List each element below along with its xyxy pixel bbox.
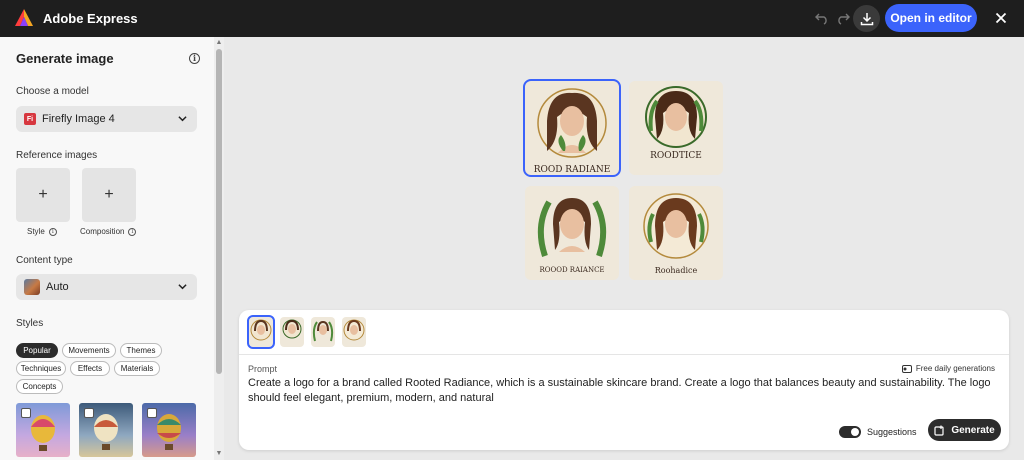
styles-label: Styles <box>16 318 44 329</box>
close-icon[interactable] <box>992 9 1010 27</box>
style-thumbnail[interactable] <box>16 403 70 457</box>
style-chip-movements[interactable]: Movements <box>62 343 116 358</box>
composition-reference-label: Composition i <box>80 227 137 236</box>
variation-thumbnail-4[interactable] <box>342 317 366 347</box>
content-type-select[interactable]: Auto <box>16 274 197 300</box>
image-caption: ROOOD RAIANCE <box>539 266 605 274</box>
chevron-down-icon <box>178 116 187 122</box>
content-type-label: Content type <box>16 255 73 266</box>
image-caption: Roohadice <box>654 266 698 275</box>
suggestions-toggle[interactable] <box>839 426 861 438</box>
variation-thumbnail-1[interactable] <box>247 315 275 349</box>
result-image-1[interactable]: ROOD RADIANE <box>523 79 621 177</box>
model-value: Firefly Image 4 <box>42 113 115 125</box>
plus-icon: + <box>38 186 48 203</box>
generate-sidebar: Generate image i Choose a model Fi Firef… <box>0 37 224 460</box>
composition-reference-button[interactable]: + <box>82 168 136 222</box>
variation-thumbnail-3[interactable] <box>311 317 335 347</box>
style-chip-concepts[interactable]: Concepts <box>16 379 63 394</box>
info-icon[interactable]: i <box>189 53 200 64</box>
model-select[interactable]: Fi Firefly Image 4 <box>16 106 197 132</box>
result-image-3[interactable]: ROOOD RAIANCE <box>525 186 619 280</box>
panel-title: Generate image <box>16 51 114 66</box>
style-chip-techniques[interactable]: Techniques <box>16 361 66 376</box>
app-title: Adobe Express <box>43 11 138 26</box>
auto-thumbnail <box>24 279 40 295</box>
free-daily-generations: Free daily generations <box>901 364 995 373</box>
chevron-down-icon <box>178 284 187 290</box>
variation-thumbnail-2[interactable] <box>280 317 304 347</box>
credits-icon <box>901 364 912 373</box>
thumbnail-image <box>343 319 365 341</box>
prompt-input[interactable]: Create a logo for a brand called Rooted … <box>248 376 993 406</box>
info-icon[interactable]: i <box>128 227 137 236</box>
adobe-express-logo <box>15 9 33 26</box>
image-caption: ROODTICE <box>650 151 702 161</box>
undo-icon[interactable] <box>813 9 831 27</box>
sidebar-scrollbar[interactable]: ▲ ▼ <box>214 37 224 460</box>
prompt-panel: Prompt Free daily generations Create a l… <box>239 310 1009 450</box>
result-image-2[interactable]: ROODTICE <box>629 81 723 175</box>
logo-portrait-image <box>537 88 607 158</box>
plus-icon: + <box>104 186 114 203</box>
info-icon[interactable]: i <box>48 227 57 236</box>
suggestions-label: Suggestions <box>867 427 917 437</box>
style-reference-button[interactable]: + <box>16 168 70 222</box>
reference-images-label: Reference images <box>16 150 98 161</box>
style-chip-materials[interactable]: Materials <box>114 361 160 376</box>
checkbox[interactable] <box>21 408 31 418</box>
top-bar: Adobe Express Open in editor <box>0 0 1024 37</box>
model-label: Choose a model <box>16 86 89 97</box>
style-thumbnail[interactable] <box>79 403 133 457</box>
firefly-icon: Fi <box>24 113 36 125</box>
style-reference-label: Style i <box>27 227 57 236</box>
checkbox[interactable] <box>84 408 94 418</box>
result-image-4[interactable]: Roohadice <box>629 186 723 280</box>
redo-icon[interactable] <box>834 9 852 27</box>
download-icon <box>860 12 873 25</box>
style-chip-popular[interactable]: Popular <box>16 343 58 358</box>
style-chip-effects[interactable]: Effects <box>70 361 110 376</box>
checkbox[interactable] <box>147 408 157 418</box>
divider <box>239 354 1009 355</box>
download-button[interactable] <box>853 5 880 32</box>
style-thumbnail[interactable] <box>142 403 196 457</box>
style-chip-themes[interactable]: Themes <box>120 343 162 358</box>
scrollbar-thumb[interactable] <box>216 49 222 374</box>
scroll-down-icon[interactable]: ▼ <box>215 450 223 458</box>
content-type-value: Auto <box>46 281 69 293</box>
generate-icon <box>934 425 944 436</box>
thumbnail-image <box>250 319 272 341</box>
thumbnail-image <box>312 320 334 342</box>
image-caption: ROOD RADIANE <box>533 165 611 175</box>
open-in-editor-button[interactable]: Open in editor <box>885 4 977 32</box>
thumbnail-image <box>282 319 302 339</box>
prompt-label: Prompt <box>248 364 278 374</box>
generate-button[interactable]: Generate <box>928 419 1001 441</box>
scroll-up-icon[interactable]: ▲ <box>215 39 223 47</box>
